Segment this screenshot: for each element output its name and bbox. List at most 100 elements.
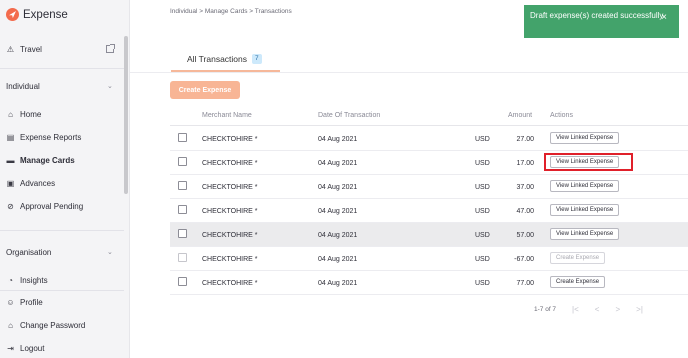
app-name: Expense [23,8,68,21]
row-checkbox[interactable] [178,253,187,262]
date-cell: 04 Aug 2021 [318,280,358,287]
last-page-icon[interactable]: >| [636,305,643,314]
first-page-icon[interactable]: |< [572,305,579,314]
sidebar-item-profile[interactable]: ☺ Profile [6,298,43,307]
external-link-icon[interactable] [106,44,115,53]
date-cell: 04 Aug 2021 [318,136,358,143]
view-linked-expense-button[interactable]: View Linked Expense [550,132,620,144]
column-header-date: Date Of Transaction [318,112,381,119]
table-header: Merchant Name Date Of Transaction Amount… [130,110,688,124]
amount-cell: 57.00 [516,232,534,239]
tab-all-transactions[interactable]: All Transactions 7 [171,54,280,72]
create-expense-row-button[interactable]: Create Expense [550,276,606,288]
currency-cell: USD [475,184,490,191]
pagination: 1-7 of 7 |< < > >| [534,305,643,314]
currency-cell: USD [475,280,490,287]
currency-cell: USD [475,208,490,215]
merchant-cell: CHECKTOHIRE * [202,208,258,215]
advances-icon: ▣ [6,179,15,188]
sidebar-item-label: Logout [20,344,45,353]
date-cell: 04 Aug 2021 [318,160,358,167]
divider [0,290,124,291]
merchant-cell: CHECKTOHIRE * [202,160,258,167]
sidebar-item-manage-cards[interactable]: ▬ Manage Cards [6,156,75,165]
create-expense-row-button[interactable]: Create Expense [550,252,606,264]
sidebar-item-insights[interactable]: ◔ Insights [6,276,48,285]
sidebar-item-label: Change Password [20,321,86,330]
chevron-down-icon[interactable]: ⌄ [107,248,113,256]
close-icon[interactable]: × [661,12,667,23]
section-organisation[interactable]: Organisation [6,248,51,257]
warning-triangle-icon: ⚠ [6,45,15,54]
prev-page-icon[interactable]: < [595,305,600,314]
column-header-amount: Amount [508,112,533,119]
sidebar-scrollbar[interactable] [124,36,128,194]
sidebar-item-label: Advances [20,179,56,188]
pagination-range: 1-7 of 7 [534,306,557,313]
merchant-cell: CHECKTOHIRE * [202,280,258,287]
row-checkbox[interactable] [178,157,187,166]
brand[interactable]: Expense [6,8,68,21]
chevron-down-icon[interactable]: ⌄ [107,82,113,90]
merchant-cell: CHECKTOHIRE * [202,256,258,263]
next-page-icon[interactable]: > [615,305,620,314]
tab-count-badge: 7 [252,54,262,64]
tab-label: All Transactions [187,54,247,64]
amount-cell: 17.00 [516,160,534,167]
currency-cell: USD [475,256,490,263]
sidebar-item-advances[interactable]: ▣ Advances [6,179,55,188]
sidebar-item-label: Travel [20,45,42,54]
column-header-actions: Actions [550,112,573,119]
row-checkbox[interactable] [178,133,187,142]
table-row: CHECKTOHIRE * 04 Aug 2021 USD 57.00 View… [170,223,688,247]
sidebar-item-travel[interactable]: ⚠ Travel [6,45,42,54]
currency-cell: USD [475,160,490,167]
view-linked-expense-button[interactable]: View Linked Expense [550,180,620,192]
selection-highlight [544,153,633,171]
home-icon: ⌂ [8,110,13,119]
amount-cell: 47.00 [516,208,534,215]
merchant-cell: CHECKTOHIRE * [202,232,258,239]
sidebar-item-expense-reports[interactable]: ▤ Expense Reports [6,133,82,142]
view-linked-expense-button[interactable]: View Linked Expense [550,228,620,240]
section-individual[interactable]: Individual [6,82,40,91]
divider [130,72,688,73]
sidebar-item-approval-pending[interactable]: ⊘ Approval Pending [6,202,83,211]
sidebar-item-home[interactable]: ⌂ Home [6,110,41,119]
currency-cell: USD [475,136,490,143]
sidebar: Expense ⚠ Travel Individual ⌄ ⌂ Home ▤ E… [0,0,130,358]
date-cell: 04 Aug 2021 [318,208,358,215]
table-row: CHECKTOHIRE * 04 Aug 2021 USD 27.00 View… [170,127,688,151]
sidebar-item-label: Manage Cards [20,156,75,165]
user-icon: ☺ [6,298,15,307]
table-row: CHECKTOHIRE * 04 Aug 2021 USD 37.00 View… [170,175,688,199]
date-cell: 04 Aug 2021 [318,256,358,263]
date-cell: 04 Aug 2021 [318,232,358,239]
table-row: CHECKTOHIRE * 04 Aug 2021 USD 47.00 View… [170,199,688,223]
lock-icon: ⌂ [8,321,13,330]
toast-message: Draft expense(s) created successfully [530,11,664,20]
divider [0,230,124,231]
breadcrumb: Individual > Manage Cards > Transactions [170,8,292,15]
row-checkbox[interactable] [178,205,187,214]
divider [170,125,688,126]
row-checkbox[interactable] [178,229,187,238]
pie-chart-icon: ◔ [8,276,13,285]
table-row: CHECKTOHIRE * 04 Aug 2021 USD -67.00 Cre… [170,247,688,271]
success-toast: Draft expense(s) created successfully × [524,5,679,38]
date-cell: 04 Aug 2021 [318,184,358,191]
sidebar-item-change-password[interactable]: ⌂ Change Password [6,321,85,330]
view-linked-expense-button[interactable]: View Linked Expense [550,204,620,216]
column-header-merchant: Merchant Name [202,112,252,119]
sidebar-item-label: Insights [20,276,48,285]
sidebar-item-logout[interactable]: ⇥ Logout [6,344,44,353]
sidebar-item-label: Approval Pending [20,202,84,211]
create-expense-button[interactable]: Create Expense [170,81,240,99]
currency-cell: USD [475,232,490,239]
merchant-cell: CHECKTOHIRE * [202,184,258,191]
check-circle-icon: ⊘ [7,202,14,211]
row-checkbox[interactable] [178,181,187,190]
row-checkbox[interactable] [178,277,187,286]
amount-cell: 37.00 [516,184,534,191]
sidebar-item-label: Profile [20,298,43,307]
